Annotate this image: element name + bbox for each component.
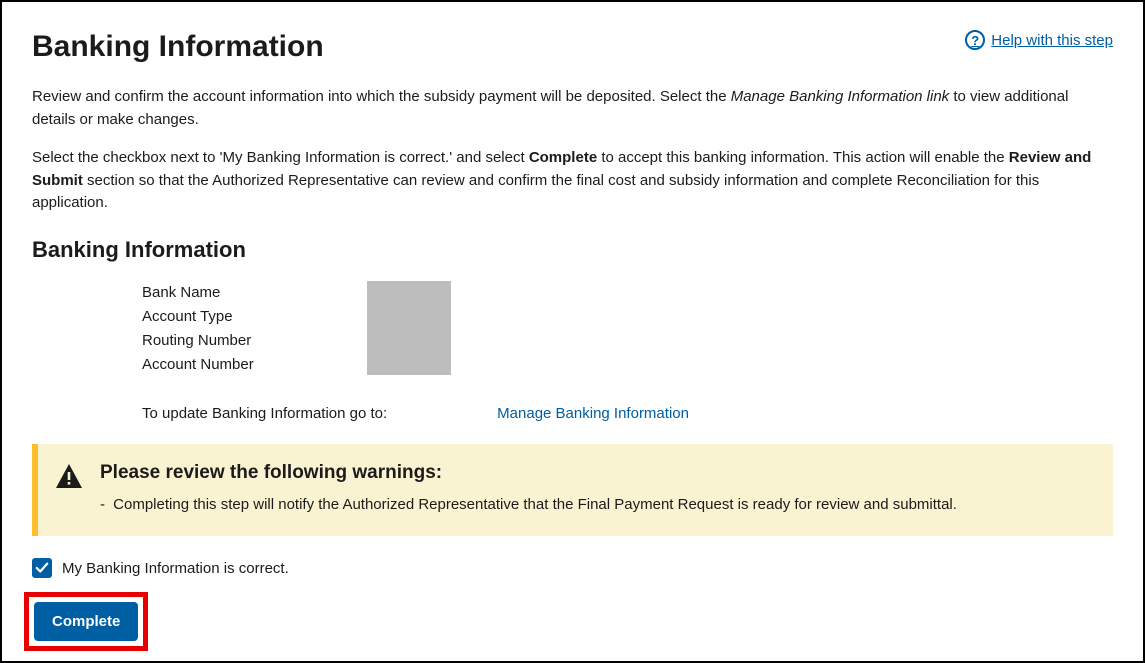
bank-info-block: Bank Name Account Type Routing Number Ac… (142, 281, 1113, 377)
checkmark-icon (35, 561, 49, 575)
update-text: To update Banking Information go to: (142, 405, 387, 422)
account-number-label: Account Number (142, 353, 1113, 377)
manage-banking-link[interactable]: Manage Banking Information (497, 405, 689, 422)
complete-button[interactable]: Complete (34, 602, 138, 641)
update-row: To update Banking Information go to: Man… (142, 405, 1113, 422)
confirm-row: My Banking Information is correct. (32, 558, 1113, 578)
redacted-values-block (367, 281, 451, 375)
warning-triangle-icon (56, 464, 82, 493)
confirm-checkbox[interactable] (32, 558, 52, 578)
intro-emphasis: Manage Banking Information link (731, 88, 949, 105)
intro-strong: Complete (529, 149, 597, 166)
bank-name-label: Bank Name (142, 281, 1113, 305)
warning-content: Please review the following warnings: Co… (100, 462, 1093, 517)
help-link[interactable]: ? Help with this step (965, 30, 1113, 50)
complete-button-highlight: Complete (24, 592, 148, 651)
intro-paragraph-1: Review and confirm the account informati… (32, 86, 1113, 131)
account-type-label: Account Type (142, 305, 1113, 329)
section-title: Banking Information (32, 237, 1113, 263)
question-circle-icon: ? (965, 30, 985, 50)
confirm-checkbox-label: My Banking Information is correct. (62, 560, 289, 577)
page-title: Banking Information (32, 30, 324, 64)
intro-text: Select the checkbox next to 'My Banking … (32, 149, 529, 166)
intro-text: Review and confirm the account informati… (32, 88, 731, 105)
routing-number-label: Routing Number (142, 329, 1113, 353)
warning-title: Please review the following warnings: (100, 462, 1093, 484)
help-link-label: Help with this step (991, 32, 1113, 49)
warning-item: Completing this step will notify the Aut… (100, 494, 1093, 517)
intro-text: section so that the Authorized Represent… (32, 172, 1039, 212)
header-row: Banking Information ? Help with this ste… (32, 30, 1113, 64)
warning-box: Please review the following warnings: Co… (32, 444, 1113, 537)
intro-paragraph-2: Select the checkbox next to 'My Banking … (32, 147, 1113, 215)
intro-text: to accept this banking information. This… (597, 149, 1009, 166)
banking-info-panel: Banking Information ? Help with this ste… (0, 0, 1145, 663)
bank-info-labels: Bank Name Account Type Routing Number Ac… (142, 281, 1113, 377)
